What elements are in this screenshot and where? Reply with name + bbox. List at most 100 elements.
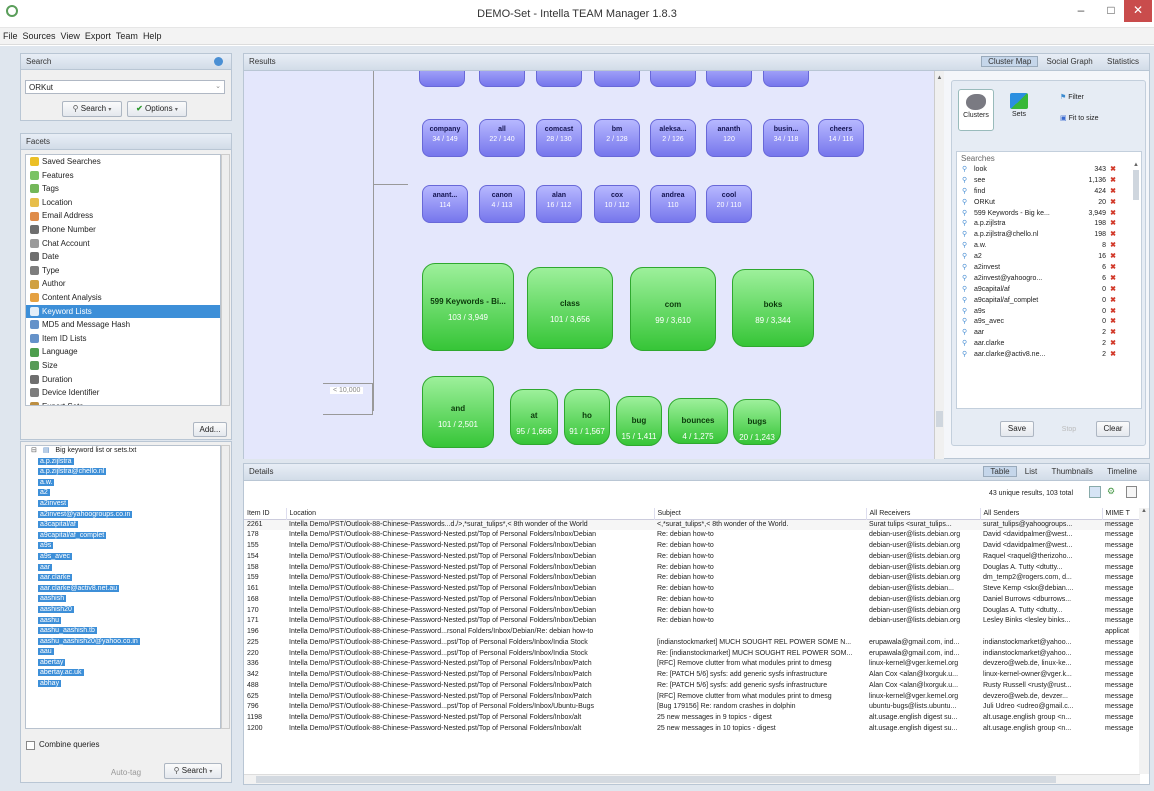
keyword-item[interactable]: a.p.zijlstra@chello.nl	[38, 467, 220, 478]
cluster-node[interactable]: bug 15 / 1,411	[616, 396, 662, 446]
cluster-node[interactable]: 18 / 162	[763, 71, 809, 87]
keyword-item[interactable]: a9capital/af_complet	[38, 531, 220, 542]
cluster-node[interactable]: company 34 / 149	[422, 119, 468, 157]
cluster-scrollbar[interactable]: ▲	[934, 71, 944, 459]
hscroll-thumb[interactable]	[256, 776, 1056, 783]
table-row[interactable]: 196 Intella Demo/PST/Outlook-88-Chinese-P…	[244, 627, 1140, 638]
cluster-node[interactable]: and 101 / 2,501	[422, 376, 494, 448]
facet-item[interactable]: Device Identifier	[26, 386, 220, 400]
search-button[interactable]: ⚲ Search ▾	[62, 101, 122, 117]
column-header[interactable]: All Senders	[980, 508, 1103, 519]
facet-item[interactable]: Language	[26, 345, 220, 359]
table-row[interactable]: 155 Intella Demo/PST/Outlook-88-Chinese-P…	[244, 541, 1140, 552]
remove-search-icon[interactable]: ✖	[1106, 230, 1120, 241]
column-header[interactable]: All Receivers	[866, 508, 981, 519]
maximize-button[interactable]: □	[1096, 0, 1126, 22]
facet-item[interactable]: Type	[26, 264, 220, 278]
searches-scrollbar[interactable]: ▲	[1132, 162, 1140, 406]
facet-scrollbar[interactable]	[221, 154, 230, 406]
export-icon[interactable]	[1126, 486, 1137, 498]
columns-icon[interactable]: ⚙	[1107, 486, 1119, 498]
tab-cluster-map[interactable]: Cluster Map	[981, 56, 1039, 67]
table-row[interactable]: 220 Intella Demo/PST/Outlook-88-Chinese-P…	[244, 649, 1140, 660]
cluster-node[interactable]: 5 / 169	[536, 71, 582, 87]
search-history-item[interactable]: ⚲ a2 16 ✖	[962, 252, 1141, 263]
cluster-node[interactable]: 231 / 180	[419, 71, 465, 87]
facet-item[interactable]: Chat Account	[26, 237, 220, 251]
keyword-item[interactable]: abertay.ac.uk	[38, 668, 220, 679]
remove-search-icon[interactable]: ✖	[1106, 187, 1120, 198]
filter-button[interactable]: ⚑ Filter	[1060, 93, 1084, 101]
scroll-up-icon[interactable]: ▲	[1132, 162, 1140, 168]
remove-search-icon[interactable]: ✖	[1106, 274, 1120, 285]
minimize-button[interactable]: –	[1066, 0, 1096, 22]
cluster-node[interactable]: 180	[479, 71, 525, 87]
keyword-item[interactable]: abertay	[38, 658, 220, 669]
cluster-node[interactable]: cheers 14 / 116	[818, 119, 864, 157]
table-row[interactable]: 796 Intella Demo/PST/Outlook-88-Chinese-P…	[244, 702, 1140, 713]
keyword-item[interactable]: a9s_avec	[38, 552, 220, 563]
keyword-item[interactable]: a3capital/af	[38, 520, 220, 531]
cluster-node[interactable]: canon 4 / 113	[479, 185, 525, 223]
search-history-item[interactable]: ⚲ a2invest@yahoogro... 6 ✖	[962, 274, 1141, 285]
keyword-item[interactable]: aashu	[38, 616, 220, 627]
tree-view-icon[interactable]	[1089, 486, 1101, 498]
cluster-node[interactable]: alan 16 / 112	[536, 185, 582, 223]
cluster-scroll-thumb[interactable]	[936, 411, 943, 427]
facet-item[interactable]: MD5 and Message Hash	[26, 318, 220, 332]
cluster-scroll-up-icon[interactable]: ▲	[935, 75, 944, 81]
keyword-item[interactable]: a2invest@yahoogroups.co.in	[38, 510, 220, 521]
table-row[interactable]: 171 Intella Demo/PST/Outlook-88-Chinese-P…	[244, 616, 1140, 627]
cluster-node[interactable]: 4 / 162	[706, 71, 752, 87]
remove-search-icon[interactable]: ✖	[1106, 339, 1120, 350]
remove-search-icon[interactable]: ✖	[1106, 317, 1120, 328]
tab-statistics[interactable]: Statistics	[1101, 57, 1145, 66]
facet-item[interactable]: Date	[26, 250, 220, 264]
table-row[interactable]: 161 Intella Demo/PST/Outlook-88-Chinese-P…	[244, 584, 1140, 595]
cluster-node[interactable]: bugs 20 / 1,243	[733, 399, 781, 445]
cluster-node[interactable]: busin... 34 / 118	[763, 119, 809, 157]
table-row[interactable]: 2261 Intella Demo/PST/Outlook-88-Chinese-…	[244, 519, 1140, 531]
cluster-node[interactable]: aleksa... 2 / 126	[650, 119, 696, 157]
keyword-item[interactable]: aashu_aashish.tb	[38, 626, 220, 637]
table-row[interactable]: 170 Intella Demo/PST/Outlook-88-Chinese-P…	[244, 606, 1140, 617]
cluster-node[interactable]: all 22 / 140	[479, 119, 525, 157]
cluster-node[interactable]: boks 89 / 3,344	[732, 269, 814, 347]
keyword-item[interactable]: aar.clarke	[38, 573, 220, 584]
menu-view[interactable]: View	[58, 28, 82, 41]
keyword-item[interactable]: aashish20	[38, 605, 220, 616]
cluster-node[interactable]: andrea 110	[650, 185, 696, 223]
keyword-item[interactable]: abhay	[38, 679, 220, 690]
cluster-map-canvas[interactable]: < 10,000 231 / 180 180 5 / 169 9 / 165 38 / …	[244, 71, 934, 459]
menu-export[interactable]: Export	[82, 28, 113, 41]
tab-social-graph[interactable]: Social Graph	[1041, 57, 1099, 66]
facet-item[interactable]: Size	[26, 359, 220, 373]
cluster-node[interactable]: ananth 120	[706, 119, 752, 157]
search-history-item[interactable]: ⚲ a9s 0 ✖	[962, 307, 1141, 318]
menu-file[interactable]: File	[0, 28, 20, 41]
remove-search-icon[interactable]: ✖	[1106, 241, 1120, 252]
column-header[interactable]: Location	[286, 508, 655, 519]
keyword-item[interactable]: a.w.	[38, 478, 220, 489]
table-row[interactable]: 154 Intella Demo/PST/Outlook-88-Chinese-P…	[244, 552, 1140, 563]
table-row[interactable]: 488 Intella Demo/PST/Outlook-88-Chinese-P…	[244, 681, 1140, 692]
column-header[interactable]: MIME T	[1102, 508, 1140, 519]
facet-item[interactable]: Content Analysis	[26, 291, 220, 305]
cluster-node[interactable]: ho 91 / 1,567	[564, 389, 610, 445]
table-row[interactable]: 225 Intella Demo/PST/Outlook-88-Chinese-P…	[244, 638, 1140, 649]
details-vscrollbar[interactable]: ▲	[1139, 508, 1149, 774]
scroll-thumb[interactable]	[1133, 170, 1139, 200]
cluster-node[interactable]: class 101 / 3,656	[527, 267, 613, 349]
cluster-node[interactable]: bounces 4 / 1,275	[668, 398, 728, 444]
keyword-tree-root[interactable]: ⊟ ▤ Big keyword list or sets.txt	[26, 446, 220, 457]
remove-search-icon[interactable]: ✖	[1106, 198, 1120, 209]
table-row[interactable]: 342 Intella Demo/PST/Outlook-88-Chinese-P…	[244, 670, 1140, 681]
combine-checkbox[interactable]	[26, 741, 35, 750]
search-history-item[interactable]: ⚲ find 424 ✖	[962, 187, 1141, 198]
search-history-item[interactable]: ⚲ look 343 ✖	[962, 165, 1141, 176]
facet-item[interactable]: Tags	[26, 182, 220, 196]
options-button[interactable]: ✔ Options ▾	[127, 101, 187, 117]
collapse-icon[interactable]: ⊟	[29, 447, 39, 454]
search-history-item[interactable]: ⚲ aar 2 ✖	[962, 328, 1141, 339]
cluster-node[interactable]: 599 Keywords - Bi... 103 / 3,949	[422, 263, 514, 351]
